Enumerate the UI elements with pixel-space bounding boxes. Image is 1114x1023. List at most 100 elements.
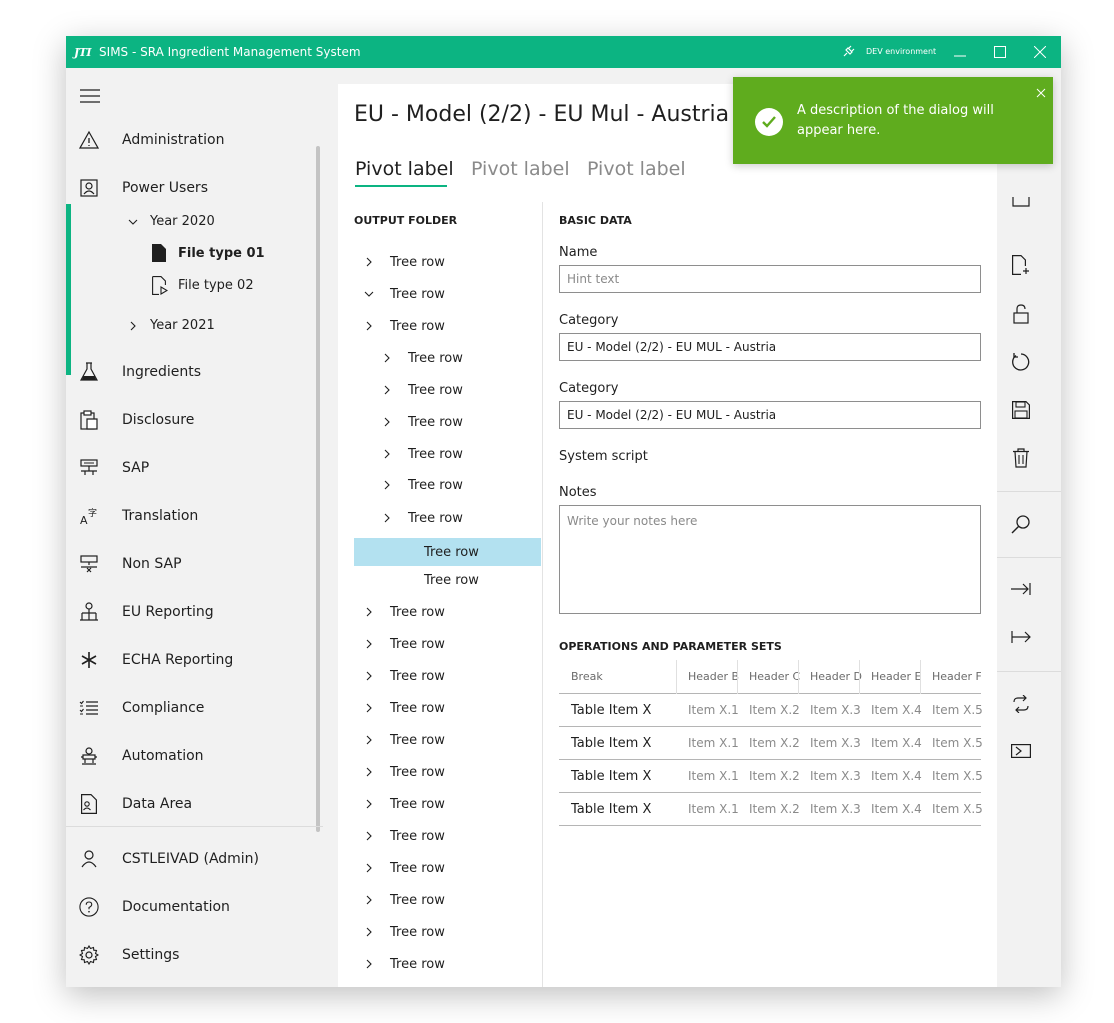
- tree-row[interactable]: Tree row: [354, 822, 541, 850]
- tree-row[interactable]: Tree row: [354, 312, 541, 340]
- chevron-right-icon[interactable]: [364, 895, 374, 905]
- tree-row[interactable]: Tree row: [354, 280, 541, 308]
- nav-item-power-users[interactable]: Power Users: [66, 168, 323, 208]
- chevron-right-icon[interactable]: [364, 831, 374, 841]
- chevron-right-icon[interactable]: [364, 321, 374, 331]
- tree-row[interactable]: Tree row: [354, 248, 541, 276]
- tree-row[interactable]: Tree row: [354, 662, 541, 690]
- nav-item-echa-reporting[interactable]: ECHA Reporting: [66, 640, 323, 680]
- chevron-right-icon[interactable]: [364, 257, 374, 267]
- sidebar-scrollbar[interactable]: [316, 146, 320, 832]
- chevron-right-icon[interactable]: [364, 671, 374, 681]
- tree-row[interactable]: Tree row: [354, 598, 541, 626]
- chevron-right-icon[interactable]: [364, 767, 374, 777]
- tree-row[interactable]: Tree row: [354, 694, 541, 722]
- refresh-button[interactable]: [1009, 350, 1033, 374]
- chevron-right-icon[interactable]: [382, 513, 392, 523]
- filter-button[interactable]: [1009, 190, 1033, 214]
- tree-row[interactable]: Tree row: [354, 854, 541, 882]
- sync-button[interactable]: [1009, 692, 1033, 716]
- tree-item-year-2021[interactable]: Year 2021: [128, 318, 215, 333]
- notes-textarea[interactable]: [559, 505, 981, 614]
- table-row[interactable]: Table Item X Item X.1 Item X.2 Item X.3 Item…: [559, 727, 983, 760]
- run-button[interactable]: [1009, 739, 1033, 763]
- tree-row[interactable]: Tree row: [354, 440, 541, 468]
- pivot-tab-1[interactable]: Pivot label: [355, 158, 454, 180]
- table-row[interactable]: Table Item X Item X.1 Item X.2 Item X.3 Item…: [559, 793, 983, 826]
- chevron-right-icon[interactable]: [382, 480, 392, 490]
- pivot-tab-3[interactable]: Pivot label: [587, 158, 686, 180]
- indent-button[interactable]: [1009, 577, 1033, 601]
- close-button[interactable]: [1020, 36, 1060, 68]
- nav-item-compliance[interactable]: Compliance: [66, 688, 323, 728]
- nav-item-translation[interactable]: A字 Translation: [66, 496, 323, 536]
- chevron-right-icon[interactable]: [382, 417, 392, 427]
- column-header[interactable]: Header D: [810, 670, 862, 683]
- new-document-button[interactable]: [1009, 253, 1033, 277]
- tree-row[interactable]: Tree row: [354, 758, 541, 786]
- category-input-2[interactable]: [559, 401, 981, 429]
- column-header[interactable]: Break: [571, 670, 681, 683]
- tree-row[interactable]: Tree row: [354, 408, 541, 436]
- toast-close-button[interactable]: [1036, 83, 1048, 98]
- tree-row[interactable]: Tree row: [354, 790, 541, 818]
- chevron-right-icon[interactable]: [364, 927, 374, 937]
- minimize-button[interactable]: [940, 36, 980, 68]
- nav-item-settings[interactable]: Settings: [66, 935, 323, 975]
- column-separator[interactable]: [920, 660, 921, 694]
- hamburger-button[interactable]: [80, 88, 100, 107]
- nav-item-automation[interactable]: Automation: [66, 736, 323, 776]
- nav-item-disclosure[interactable]: Disclosure: [66, 400, 323, 440]
- nav-item-data-area[interactable]: Data Area: [66, 784, 323, 824]
- category-input-1[interactable]: [559, 333, 981, 361]
- search-button[interactable]: [1009, 512, 1033, 536]
- nav-item-non-sap[interactable]: Non SAP: [66, 544, 323, 584]
- table-row[interactable]: Table Item X Item X.1 Item X.2 Item X.3 Item…: [559, 760, 983, 793]
- outdent-button[interactable]: [1009, 625, 1033, 649]
- save-button[interactable]: [1009, 398, 1033, 422]
- chevron-right-icon[interactable]: [382, 449, 392, 459]
- chevron-right-icon[interactable]: [364, 735, 374, 745]
- tree-row[interactable]: Tree row: [354, 950, 541, 978]
- unlock-button[interactable]: [1009, 302, 1033, 326]
- chevron-down-icon[interactable]: [364, 289, 374, 299]
- column-separator[interactable]: [859, 660, 860, 694]
- column-header[interactable]: Header C: [749, 670, 801, 683]
- nav-item-administration[interactable]: Administration: [66, 120, 323, 160]
- tree-row[interactable]: Tree row: [354, 344, 541, 372]
- column-separator[interactable]: [737, 660, 738, 694]
- chevron-right-icon[interactable]: [382, 353, 392, 363]
- column-header[interactable]: Header B: [688, 670, 740, 683]
- chevron-right-icon[interactable]: [382, 385, 392, 395]
- tree-row[interactable]: Tree row: [354, 566, 541, 594]
- column-header[interactable]: Header E: [871, 670, 923, 683]
- nav-item-eu-reporting[interactable]: EU Reporting: [66, 592, 323, 632]
- tree-row[interactable]: Tree row: [354, 726, 541, 754]
- tree-row[interactable]: Tree row: [354, 886, 541, 914]
- column-separator[interactable]: [676, 660, 677, 694]
- nav-item-sap[interactable]: SAP: [66, 448, 323, 488]
- tree-row[interactable]: Tree row: [354, 918, 541, 946]
- name-input[interactable]: [559, 265, 981, 293]
- chevron-right-icon[interactable]: [364, 959, 374, 969]
- column-separator[interactable]: [798, 660, 799, 694]
- nav-item-documentation[interactable]: Documentation: [66, 887, 323, 927]
- chevron-right-icon[interactable]: [364, 863, 374, 873]
- chevron-right-icon[interactable]: [364, 703, 374, 713]
- tree-row[interactable]: Tree row: [354, 471, 541, 499]
- maximize-button[interactable]: [980, 36, 1020, 68]
- chevron-right-icon[interactable]: [364, 639, 374, 649]
- tree-item-year-2020[interactable]: Year 2020: [128, 214, 215, 229]
- tree-item-file-type-01[interactable]: File type 01: [152, 244, 265, 262]
- nav-item-ingredients[interactable]: Ingredients: [66, 352, 323, 392]
- nav-item-account[interactable]: CSTLEIVAD (Admin): [66, 839, 323, 879]
- chevron-right-icon[interactable]: [364, 607, 374, 617]
- chevron-right-icon[interactable]: [364, 799, 374, 809]
- tree-row[interactable]: Tree row: [354, 376, 541, 404]
- delete-button[interactable]: [1009, 446, 1033, 470]
- tree-row[interactable]: Tree row: [354, 538, 541, 566]
- column-header[interactable]: Header F: [932, 670, 981, 683]
- pivot-tab-2[interactable]: Pivot label: [471, 158, 570, 180]
- table-row[interactable]: Table Item X Item X.1 Item X.2 Item X.3 Item…: [559, 694, 983, 727]
- tree-row[interactable]: Tree row: [354, 630, 541, 658]
